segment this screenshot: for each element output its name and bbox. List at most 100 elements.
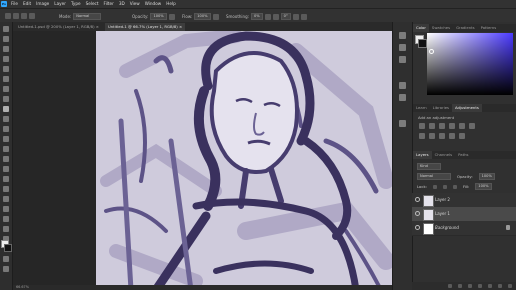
layer-opacity-field[interactable]: 100% <box>478 173 495 180</box>
healing-tool-icon[interactable] <box>3 96 9 102</box>
mode-select[interactable]: Normal <box>73 13 102 20</box>
brush-settings-icon[interactable] <box>29 13 35 19</box>
symmetry-icon[interactable] <box>300 13 307 20</box>
channel-mixer-icon[interactable] <box>449 133 455 139</box>
dodge-tool-icon[interactable] <box>3 166 9 172</box>
tab-libraries[interactable]: Libraries <box>430 104 452 112</box>
pressure-size-icon[interactable] <box>292 13 299 20</box>
menu-image[interactable]: Image <box>36 1 49 6</box>
brush-settings-icon[interactable] <box>399 56 406 63</box>
color-balance-icon[interactable] <box>419 133 425 139</box>
eyedropper-tool-icon[interactable] <box>3 86 9 92</box>
properties-icon[interactable] <box>399 44 406 51</box>
screen-mode-icon[interactable] <box>3 266 9 272</box>
pen-tool-icon[interactable] <box>3 176 9 182</box>
curves-icon[interactable] <box>439 123 445 129</box>
zoom-readout[interactable]: 66.67% <box>16 285 29 289</box>
trash-icon[interactable] <box>508 284 512 288</box>
brush-tool-icon[interactable] <box>13 13 19 19</box>
layer-row-background[interactable]: Background <box>412 221 516 236</box>
eraser-tool-icon[interactable] <box>3 136 9 142</box>
brush-preset-icon[interactable] <box>21 13 27 19</box>
angle-field[interactable]: 0° <box>280 13 291 20</box>
menu-window[interactable]: Window <box>145 1 162 6</box>
menu-3d[interactable]: 3D <box>119 1 125 6</box>
eye-icon[interactable] <box>415 211 420 216</box>
eye-icon[interactable] <box>415 197 420 202</box>
history-brush-tool-icon[interactable] <box>3 126 9 132</box>
eye-icon[interactable] <box>415 225 420 230</box>
lock-all-icon[interactable] <box>452 184 457 189</box>
angle-icon[interactable] <box>272 13 279 20</box>
tab-color[interactable]: Color <box>413 24 429 32</box>
zoom-tool-icon[interactable] <box>3 226 9 232</box>
color-picker-cursor[interactable] <box>429 49 434 54</box>
home-icon[interactable] <box>5 13 11 19</box>
adjustment-layer-icon[interactable] <box>478 284 482 288</box>
tab-document-2[interactable]: Untitled-1 @ 66.7% (Layer 1, RGB/8) × <box>105 23 186 31</box>
glyphs-icon[interactable] <box>399 120 406 127</box>
smoothing-settings-icon[interactable] <box>264 13 271 20</box>
airbrush-icon[interactable] <box>212 13 219 20</box>
tab-paths[interactable]: Paths <box>455 151 471 159</box>
lasso-tool-icon[interactable] <box>3 46 9 52</box>
new-layer-icon[interactable] <box>498 284 502 288</box>
layer-style-icon[interactable] <box>458 284 462 288</box>
tab-gradients[interactable]: Gradients <box>453 24 478 32</box>
tab-patterns[interactable]: Patterns <box>478 24 500 32</box>
photo-filter-icon[interactable] <box>439 133 445 139</box>
link-layers-icon[interactable] <box>448 284 452 288</box>
menu-view[interactable]: View <box>130 1 140 6</box>
paragraph-icon[interactable] <box>399 82 406 89</box>
tab-layers[interactable]: Layers <box>413 151 432 159</box>
menu-layer[interactable]: Layer <box>54 1 66 6</box>
brush-tool-icon[interactable] <box>3 106 9 112</box>
tab-swatches[interactable]: Swatches <box>429 24 453 32</box>
folder-icon[interactable] <box>488 284 492 288</box>
lock-pixels-icon[interactable] <box>432 184 437 189</box>
move-tool-icon[interactable] <box>3 26 9 32</box>
menu-type[interactable]: Type <box>71 1 81 6</box>
marquee-tool-icon[interactable] <box>3 36 9 42</box>
opacity-field[interactable]: 100% <box>150 13 167 20</box>
clone-stamp-tool-icon[interactable] <box>3 116 9 122</box>
tab-adjustments[interactable]: Adjustments <box>452 104 482 112</box>
tab-channels[interactable]: Channels <box>432 151 456 159</box>
history-icon[interactable] <box>399 32 406 39</box>
fill-field[interactable]: 100% <box>475 183 492 190</box>
background-color-swatch[interactable] <box>4 244 12 252</box>
pressure-opacity-icon[interactable] <box>168 13 175 20</box>
color-lookup-icon[interactable] <box>459 133 465 139</box>
canvas-artwork[interactable] <box>96 31 392 290</box>
color-picker-field[interactable] <box>427 33 513 95</box>
color-panel-background-swatch[interactable] <box>418 39 427 48</box>
smoothing-field[interactable]: 0% <box>250 13 263 20</box>
tab-learn[interactable]: Learn <box>413 104 430 112</box>
exposure-icon[interactable] <box>449 123 455 129</box>
filter-kind-select[interactable]: Kind <box>417 163 441 170</box>
menu-filter[interactable]: Filter <box>103 1 113 6</box>
layer-row-layer-1[interactable]: Layer 1 <box>412 207 516 222</box>
mask-icon[interactable] <box>468 284 472 288</box>
menu-help[interactable]: Help <box>166 1 176 6</box>
black-white-icon[interactable] <box>429 133 435 139</box>
gradient-tool-icon[interactable] <box>3 146 9 152</box>
type-tool-icon[interactable] <box>3 186 9 192</box>
quick-select-tool-icon[interactable] <box>3 56 9 62</box>
tab-document-1[interactable]: Untitled-1.psd @ 200% (Layer 1, RGB/8) × <box>15 23 102 31</box>
hue-saturation-icon[interactable] <box>469 123 475 129</box>
photoshop-logo[interactable]: Ps <box>1 1 7 7</box>
menu-file[interactable]: File <box>11 1 18 6</box>
quick-mask-icon[interactable] <box>3 256 9 262</box>
path-select-tool-icon[interactable] <box>3 196 9 202</box>
menu-select[interactable]: Select <box>86 1 99 6</box>
blend-mode-select[interactable]: Normal <box>417 173 451 180</box>
rectangle-tool-icon[interactable] <box>3 206 9 212</box>
flow-field[interactable]: 100% <box>194 13 211 20</box>
brightness-contrast-icon[interactable] <box>419 123 425 129</box>
menu-edit[interactable]: Edit <box>23 1 31 6</box>
frame-tool-icon[interactable] <box>3 76 9 82</box>
crop-tool-icon[interactable] <box>3 66 9 72</box>
layer-row-layer-2[interactable]: Layer 2 <box>412 193 516 208</box>
levels-icon[interactable] <box>429 123 435 129</box>
